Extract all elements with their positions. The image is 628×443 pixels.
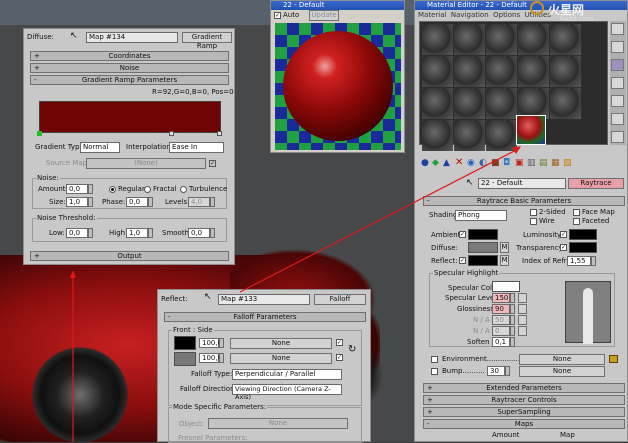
watermark: 火星网 hxsd.com <box>530 0 628 26</box>
watermark-domain: hxsd.com <box>560 15 594 23</box>
annotation-arrowhead-up <box>70 270 76 278</box>
watermark-logo-icon <box>530 1 544 15</box>
annotation-line-diagonal <box>239 147 521 293</box>
annotation-arrowhead-right <box>512 146 521 154</box>
annotation-arrows <box>70 146 521 442</box>
